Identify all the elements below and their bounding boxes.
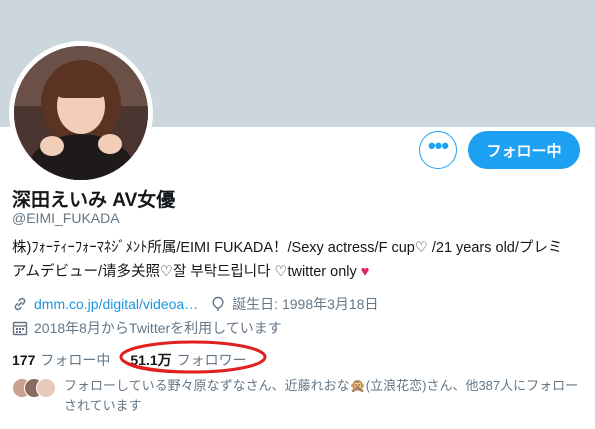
more-icon: ••• bbox=[427, 133, 449, 158]
profile-meta-row-1: dmm.co.jp/digital/videoa… 誕生日: 1998年3月18… bbox=[12, 294, 378, 314]
calendar-icon bbox=[12, 321, 28, 336]
following-label: フォロー中 bbox=[40, 352, 111, 368]
followers-you-know-text: フォローしている野々原なずなさん、近藤れおな🙊(立浪花恋)さん、他387人にフォ… bbox=[64, 378, 579, 413]
followers-you-know-avatars bbox=[12, 378, 60, 398]
heart-emoji: ♥ bbox=[360, 264, 370, 280]
following-button[interactable]: フォロー中 bbox=[468, 131, 580, 169]
mini-avatar bbox=[36, 378, 56, 398]
red-circle-annotation bbox=[119, 340, 267, 374]
bio-text: 株)ﾌｫｰﾃｨｰﾌｫｰﾏﾈｼﾞﾒﾝﾄ所属/EIMI FUKADA！/Sexy a… bbox=[12, 240, 563, 280]
profile-meta-row-2: 2018年8月からTwitterを利用しています bbox=[12, 318, 282, 338]
following-count: 177 bbox=[12, 352, 36, 368]
profile-link[interactable]: dmm.co.jp/digital/videoa… bbox=[34, 296, 198, 312]
profile-bio: 株)ﾌｫｰﾃｨｰﾌｫｰﾏﾈｼﾞﾒﾝﾄ所属/EIMI FUKADA！/Sexy a… bbox=[12, 236, 572, 284]
following-stat[interactable]: 177 フォロー中 bbox=[12, 350, 110, 370]
more-button[interactable]: ••• bbox=[419, 131, 457, 169]
profile-joined-date: 2018年8月からTwitterを利用しています bbox=[34, 320, 282, 336]
avatar-photo bbox=[14, 46, 148, 180]
profile-birthday: 誕生日: 1998年3月18日 bbox=[232, 296, 379, 312]
link-icon bbox=[14, 297, 26, 311]
profile-name: 深田えいみ AV女優 bbox=[12, 190, 176, 211]
balloon-icon bbox=[212, 296, 224, 311]
avatar[interactable] bbox=[14, 46, 148, 180]
profile-handle: @EIMI_FUKADA bbox=[12, 210, 120, 226]
